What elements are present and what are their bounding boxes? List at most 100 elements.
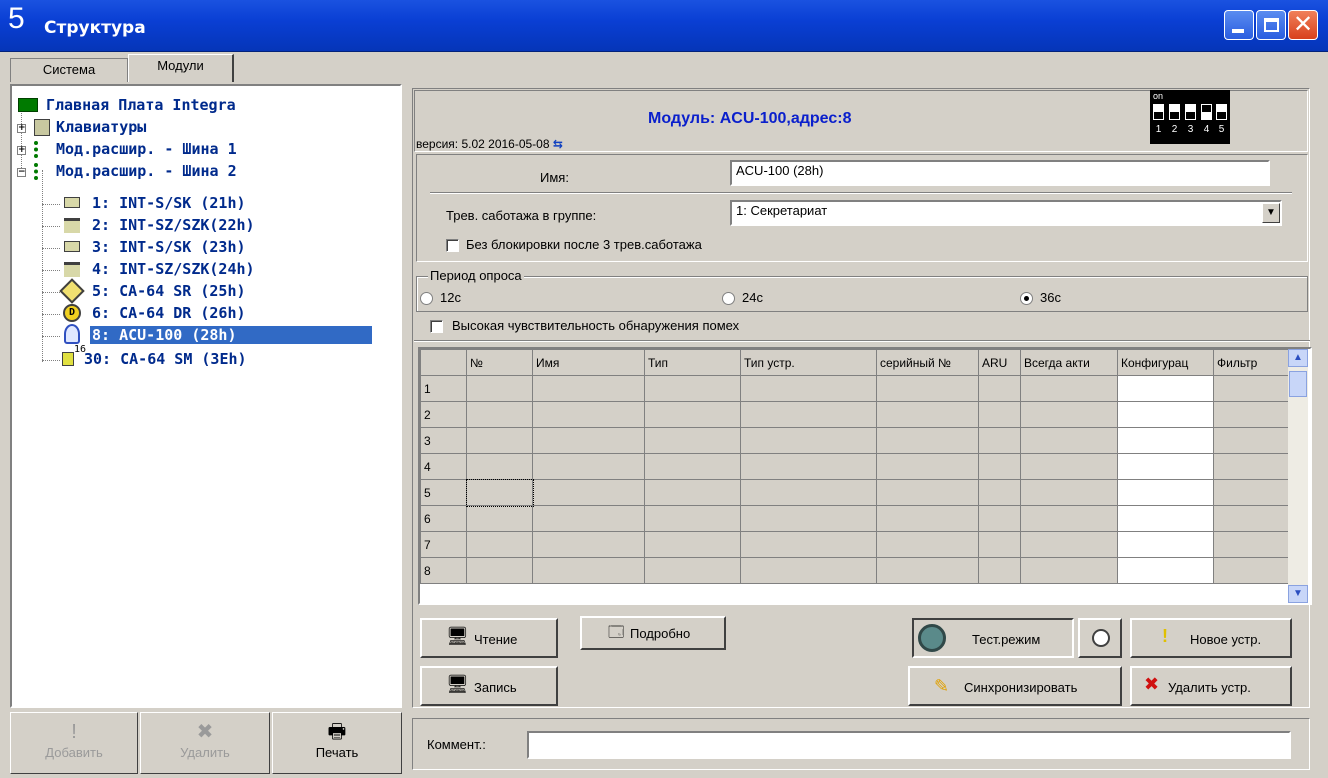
maximize-button[interactable] [1256, 10, 1286, 40]
tab-modules[interactable]: Модули [128, 54, 234, 82]
table-row[interactable]: 8 [420, 557, 1290, 584]
table-cell[interactable] [644, 453, 741, 480]
collapse-icon[interactable]: − [17, 168, 26, 177]
no-block-checkbox[interactable] [446, 239, 459, 252]
table-cell[interactable] [532, 505, 645, 532]
tree-item-module[interactable]: D 6: CA-64 DR (26h) [12, 304, 392, 324]
table-cell[interactable] [740, 505, 877, 532]
table-cell[interactable] [978, 401, 1021, 428]
tab-system[interactable]: Система [10, 58, 128, 82]
table-cell[interactable] [532, 427, 645, 454]
table-cell[interactable] [876, 453, 979, 480]
table-cell[interactable] [1020, 531, 1118, 558]
table-cell[interactable] [740, 427, 877, 454]
table-cell[interactable] [978, 479, 1021, 506]
table-cell[interactable] [644, 375, 741, 402]
table-cell[interactable] [644, 479, 741, 506]
table-cell[interactable] [1213, 375, 1290, 402]
table-cell[interactable] [740, 531, 877, 558]
table-cell[interactable] [876, 479, 979, 506]
table-cell[interactable] [1117, 505, 1214, 532]
test-mode-button[interactable]: Тест.режим [912, 618, 1074, 658]
table-cell[interactable] [466, 427, 533, 454]
delete-device-button[interactable]: ✖ Удалить устр. [1130, 666, 1292, 706]
table-cell[interactable] [466, 453, 533, 480]
print-button[interactable]: 🖶 Печать [272, 712, 402, 774]
tree-item-module[interactable]: 5: CA-64 SR (25h) [12, 278, 392, 304]
table-cell[interactable] [532, 453, 645, 480]
table-cell[interactable] [1117, 401, 1214, 428]
read-button[interactable]: 🖥 Чтение [420, 618, 558, 658]
table-cell[interactable] [466, 505, 533, 532]
table-row[interactable]: 3 [420, 427, 1290, 454]
table-cell[interactable] [532, 401, 645, 428]
table-cell[interactable] [978, 375, 1021, 402]
high-sensitivity-checkbox[interactable] [430, 320, 443, 333]
table-cell[interactable] [1020, 453, 1118, 480]
column-header[interactable]: № [466, 349, 533, 376]
column-header[interactable]: Фильтр [1213, 349, 1290, 376]
tree-item-bus-2[interactable]: − Мод.расшир. - Шина 2 [12, 162, 392, 182]
column-header[interactable]: ARU [978, 349, 1021, 376]
tree-item-module[interactable]: 16 30: CA-64 SM (3Eh) [12, 344, 392, 370]
new-device-button[interactable]: ! Новое устр. [1130, 618, 1292, 658]
table-row[interactable]: 1 [420, 375, 1290, 402]
table-cell[interactable] [1117, 427, 1214, 454]
table-cell[interactable] [876, 531, 979, 558]
module-tree[interactable]: Главная Плата Integra + Клавиатуры + Мод… [10, 84, 402, 708]
column-header[interactable]: Имя [532, 349, 645, 376]
table-cell[interactable] [876, 401, 979, 428]
expand-icon[interactable]: + [17, 146, 26, 155]
table-cell[interactable] [876, 427, 979, 454]
table-cell[interactable] [1213, 453, 1290, 480]
refresh-version-icon[interactable]: ⇆ [553, 137, 563, 151]
table-cell[interactable] [978, 557, 1021, 584]
table-row[interactable]: 5 [420, 478, 1290, 507]
table-cell[interactable] [1020, 479, 1118, 506]
table-cell[interactable] [978, 453, 1021, 480]
table-cell[interactable] [1020, 505, 1118, 532]
table-cell[interactable] [740, 401, 877, 428]
table-cell[interactable] [466, 531, 533, 558]
expand-icon[interactable]: + [17, 124, 26, 133]
tree-item-keypads[interactable]: + Клавиатуры [12, 118, 392, 138]
delete-button[interactable]: ✖ Удалить [140, 712, 270, 774]
table-cell[interactable] [978, 505, 1021, 532]
table-cell[interactable] [644, 401, 741, 428]
table-cell[interactable] [876, 505, 979, 532]
poll-24s-radio[interactable] [722, 292, 735, 305]
minimize-button[interactable] [1224, 10, 1254, 40]
table-cell[interactable] [1020, 401, 1118, 428]
grid-scrollbar[interactable]: ▲ ▼ [1288, 349, 1308, 603]
write-button[interactable]: 🖥 Запись [420, 666, 558, 706]
table-cell[interactable] [466, 375, 533, 402]
table-cell[interactable] [1213, 479, 1290, 506]
table-cell[interactable] [978, 427, 1021, 454]
table-cell[interactable] [465, 478, 534, 507]
table-cell[interactable] [978, 531, 1021, 558]
table-cell[interactable] [740, 479, 877, 506]
table-row[interactable]: 6 [420, 505, 1290, 532]
poll-12s-radio[interactable] [420, 292, 433, 305]
table-cell[interactable] [1117, 375, 1214, 402]
table-row[interactable]: 2 [420, 401, 1290, 428]
table-cell[interactable] [644, 427, 741, 454]
tree-item-main-board[interactable]: Главная Плата Integra [12, 96, 392, 116]
tree-item-module[interactable]: 3: INT-S/SK (23h) [12, 238, 392, 258]
table-cell[interactable] [876, 375, 979, 402]
table-cell[interactable] [1020, 557, 1118, 584]
scroll-thumb[interactable] [1289, 371, 1307, 397]
table-cell[interactable] [532, 531, 645, 558]
table-cell[interactable] [1213, 557, 1290, 584]
scroll-down-icon[interactable]: ▼ [1288, 585, 1308, 603]
table-cell[interactable] [1020, 427, 1118, 454]
table-cell[interactable] [1117, 531, 1214, 558]
table-cell[interactable] [740, 375, 877, 402]
table-cell[interactable] [876, 557, 979, 584]
name-field[interactable]: ACU-100 (28h) [730, 160, 1270, 186]
table-cell[interactable] [1213, 531, 1290, 558]
table-cell[interactable] [740, 557, 877, 584]
table-cell[interactable] [1213, 401, 1290, 428]
tamper-group-select[interactable]: 1: Секретариат [730, 200, 1282, 226]
table-row[interactable]: 7 [420, 531, 1290, 558]
